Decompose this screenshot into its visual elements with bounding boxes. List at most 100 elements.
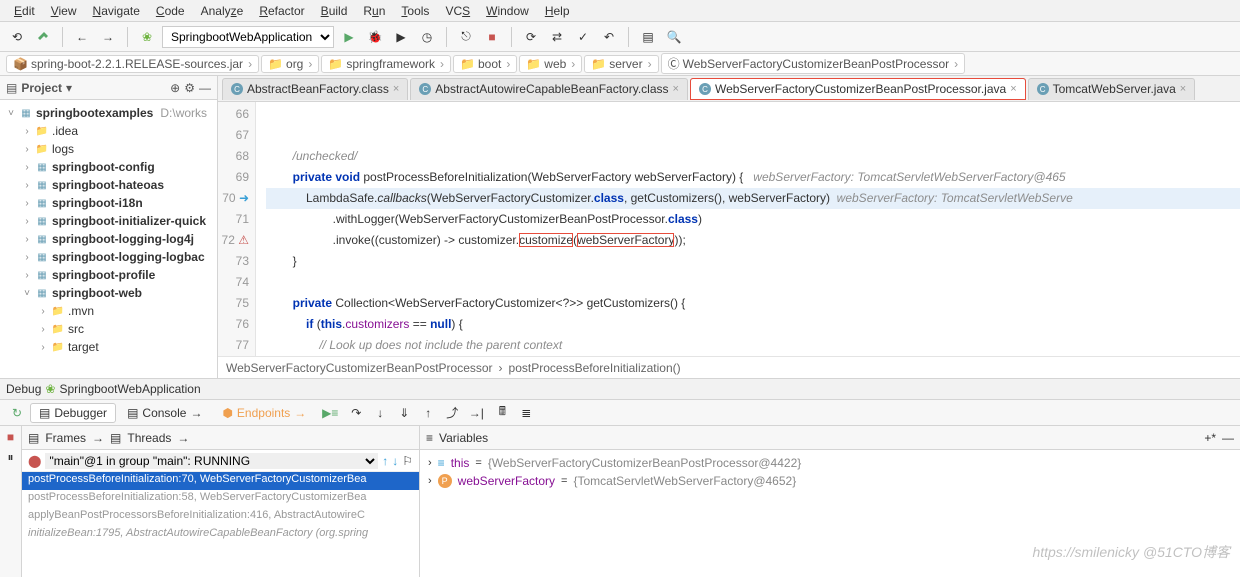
tree-item[interactable]: ›▦springboot-logging-log4j [0, 230, 217, 248]
breadcrumb-item[interactable]: 📁web› [519, 55, 582, 73]
run-config-select[interactable]: SpringbootWebApplication [162, 26, 334, 48]
tree-item[interactable]: ›▦springboot-hateoas [0, 176, 217, 194]
force-step-into-icon[interactable]: ⇓ [393, 402, 415, 424]
variable-row[interactable]: › P webServerFactory = {TomcatServletWeb… [428, 472, 1232, 490]
threads-label: Threads [127, 431, 171, 445]
structure-icon[interactable]: ▤ [637, 26, 659, 48]
menu-analyze[interactable]: Analyze [193, 2, 252, 20]
tree-item[interactable]: ˅▦springboot-web [0, 284, 217, 302]
editor-tab[interactable]: CWebServerFactoryCustomizerBeanPostProce… [690, 78, 1026, 100]
main-toolbar: ⟲ ← → ❀ SpringbootWebApplication ▶ 🐞 ▶ ◷… [0, 22, 1240, 52]
attach-icon[interactable]: ⎋ [455, 26, 477, 48]
debug-icon[interactable]: 🐞 [364, 26, 386, 48]
thread-selector[interactable]: ⬤ "main"@1 in group "main": RUNNING ↑↓⚐ [22, 450, 419, 472]
breadcrumb-item[interactable]: 📁server› [584, 55, 658, 73]
search-icon[interactable]: 🔍 [663, 26, 685, 48]
step-into-icon[interactable]: ↓ [369, 402, 391, 424]
stop-icon[interactable]: ■ [481, 26, 503, 48]
tree-item[interactable]: ›📁.mvn [0, 302, 217, 320]
project-tree[interactable]: ˅▦springbootexamplesD:\works›📁.idea›📁log… [0, 100, 217, 378]
tree-item[interactable]: ›▦springboot-config [0, 158, 217, 176]
spring-icon: ❀ [136, 26, 158, 48]
frames-panel: ▤Frames→ ▤Threads→ ⬤ "main"@1 in group "… [22, 426, 420, 577]
editor-tab[interactable]: CAbstractBeanFactory.class× [222, 78, 408, 100]
frames-list[interactable]: postProcessBeforeInitialization:70, WebS… [22, 472, 419, 577]
tree-item[interactable]: ˅▦springbootexamplesD:\works [0, 104, 217, 122]
editor-breadcrumb[interactable]: WebServerFactoryCustomizerBeanPostProces… [218, 356, 1240, 378]
close-icon[interactable]: × [393, 83, 399, 95]
close-icon[interactable]: × [1010, 83, 1016, 95]
close-icon[interactable]: × [673, 83, 679, 95]
step-out-icon[interactable]: ↑ [417, 402, 439, 424]
menu-refactor[interactable]: Refactor [251, 2, 312, 20]
tree-item[interactable]: ›📁.idea [0, 122, 217, 140]
menu-build[interactable]: Build [313, 2, 356, 20]
project-sidebar: ▤Project▾ ⊕⚙— ˅▦springbootexamplesD:\wor… [0, 76, 218, 378]
tree-item[interactable]: ›▦springboot-profile [0, 266, 217, 284]
menu-code[interactable]: Code [148, 2, 193, 20]
trace-icon[interactable]: ≣ [515, 402, 537, 424]
back-icon[interactable]: ← [71, 26, 93, 48]
evaluate-icon[interactable]: 🖩 [491, 402, 513, 424]
history-icon[interactable]: ↶ [598, 26, 620, 48]
menu-run[interactable]: Run [355, 2, 393, 20]
commit-icon[interactable]: ✓ [572, 26, 594, 48]
watermark: https://smilenicky @51CTO博客 [1032, 542, 1230, 562]
step-over-icon[interactable]: ↷ [345, 402, 367, 424]
stack-frame[interactable]: applyBeanPostProcessorsBeforeInitializat… [22, 508, 419, 526]
variable-row[interactable]: › ≡ this = {WebServerFactoryCustomizerBe… [428, 454, 1232, 472]
menu-edit[interactable]: Edit [6, 2, 43, 20]
resume-icon[interactable]: ▶≡ [319, 402, 341, 424]
frames-label: Frames [45, 431, 86, 445]
tree-item[interactable]: ›📁logs [0, 140, 217, 158]
tree-item[interactable]: ›▦springboot-initializer-quick [0, 212, 217, 230]
menu-help[interactable]: Help [537, 2, 578, 20]
hammer-icon[interactable] [32, 26, 54, 48]
add-watch-icon[interactable]: +* [1204, 431, 1216, 445]
debug-window-header[interactable]: Debug❀SpringbootWebApplication [0, 378, 1240, 400]
code-editor[interactable]: 6667686970 ➜7172 ⚠7374757677 /unchecked/… [218, 102, 1240, 356]
profile-icon[interactable]: ◷ [416, 26, 438, 48]
tree-item[interactable]: ›▦springboot-i18n [0, 194, 217, 212]
breadcrumb-item[interactable]: ⒸWebServerFactoryCustomizerBeanPostProce… [661, 53, 966, 74]
stack-frame[interactable]: postProcessBeforeInitialization:58, WebS… [22, 490, 419, 508]
frames-header: ▤Frames→ ▤Threads→ [22, 426, 419, 450]
breadcrumb-item[interactable]: 📁boot› [453, 55, 517, 73]
stack-frame[interactable]: initializeBean:1795, AbstractAutowireCap… [22, 526, 419, 544]
coverage-icon[interactable]: ▶ [390, 26, 412, 48]
close-icon[interactable]: × [1180, 83, 1186, 95]
editor-tabs: CAbstractBeanFactory.class×CAbstractAuto… [218, 76, 1240, 102]
menu-view[interactable]: View [43, 2, 85, 20]
stack-frame[interactable]: postProcessBeforeInitialization:70, WebS… [22, 472, 419, 490]
forward-icon[interactable]: → [97, 26, 119, 48]
run-icon[interactable]: ▶ [338, 26, 360, 48]
debugger-tab[interactable]: ▤ Debugger [30, 403, 116, 423]
run-to-cursor-icon[interactable]: →| [465, 402, 487, 424]
editor-tab[interactable]: CTomcatWebServer.java× [1028, 78, 1196, 100]
menu-tools[interactable]: Tools [393, 2, 437, 20]
tree-item[interactable]: ›📁src [0, 320, 217, 338]
menu-vcs[interactable]: VCS [437, 2, 478, 20]
menu-window[interactable]: Window [478, 2, 537, 20]
breadcrumb-item[interactable]: 📦spring-boot-2.2.1.RELEASE-sources.jar› [6, 55, 259, 73]
editor-tab[interactable]: CAbstractAutowireCapableBeanFactory.clas… [410, 78, 688, 100]
project-tool-header[interactable]: ▤Project▾ ⊕⚙— [0, 76, 217, 100]
menu-navigate[interactable]: Navigate [85, 2, 148, 20]
stop-icon[interactable]: ■ [7, 430, 14, 444]
console-tab[interactable]: ▤ Console → [118, 403, 211, 423]
tree-item[interactable]: ›▦springboot-logging-logbac [0, 248, 217, 266]
update-icon[interactable]: ⟳ [520, 26, 542, 48]
debug-side-toolbar: ■ ⏸ [0, 426, 22, 577]
drop-frame-icon[interactable]: ⤴ [441, 402, 463, 424]
editor-area: CAbstractBeanFactory.class×CAbstractAuto… [218, 76, 1240, 378]
debug-toolbar: ↻ ▤ Debugger ▤ Console → ⬢ Endpoints → ▶… [0, 400, 1240, 426]
breadcrumb-item[interactable]: 📁org› [261, 55, 319, 73]
vcs-icon[interactable]: ⇄ [546, 26, 568, 48]
menu-bar: Edit View Navigate Code Analyze Refactor… [0, 0, 1240, 22]
tree-item[interactable]: ›📁target [0, 338, 217, 356]
pause-icon[interactable]: ⏸ [7, 450, 13, 465]
rerun-icon[interactable]: ↻ [6, 402, 28, 424]
endpoints-tab[interactable]: ⬢ Endpoints → [213, 403, 315, 423]
sync-icon[interactable]: ⟲ [6, 26, 28, 48]
breadcrumb-item[interactable]: 📁springframework› [321, 55, 451, 73]
